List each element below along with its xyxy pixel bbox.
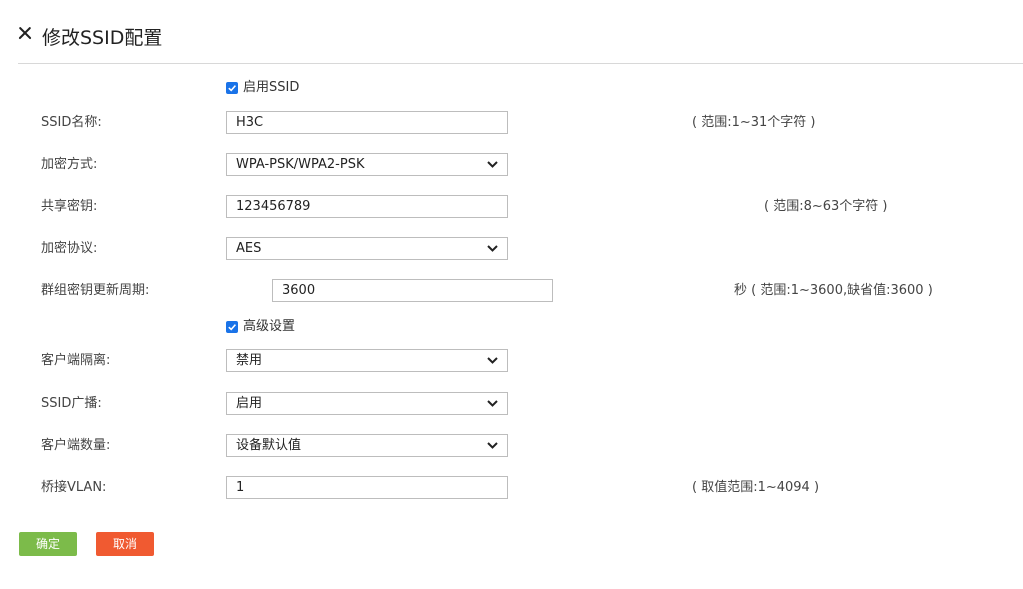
client-isolation-label: 客户端隔离: [41,353,111,368]
group-key-period-label: 群组密钥更新周期: [41,283,150,298]
encryption-mode-select[interactable]: WPA-PSK/WPA2-PSK [226,153,508,176]
group-key-period-hint: 秒 ( 范围:1~3600,缺省值:3600 ) [734,283,933,298]
encryption-protocol-label: 加密协议: [41,241,98,256]
encryption-mode-label: 加密方式: [41,157,98,172]
page-title: 修改SSID配置 [42,27,163,49]
encryption-mode-value: WPA-PSK/WPA2-PSK [236,157,365,172]
close-icon[interactable] [16,24,34,42]
ssid-broadcast-select[interactable]: 启用 [226,392,508,415]
bridge-vlan-input[interactable]: 1 [226,476,508,499]
dialog-header: 修改SSID配置 [0,0,1023,64]
ssid-broadcast-value: 启用 [236,396,263,411]
chevron-down-icon [487,245,498,252]
chevron-down-icon [487,161,498,168]
client-count-select[interactable]: 设备默认值 [226,434,508,457]
cancel-button[interactable]: 取消 [96,532,154,556]
shared-key-input[interactable]: 123456789 [226,195,508,218]
ssid-name-input[interactable]: H3C [226,111,508,134]
checkmark-icon [228,85,237,92]
group-key-period-input[interactable]: 3600 [272,279,553,302]
checkmark-icon [228,324,237,331]
chevron-down-icon [487,400,498,407]
ssid-broadcast-label: SSID广播: [41,396,102,411]
chevron-down-icon [487,442,498,449]
ssid-name-hint: ( 范围:1~31个字符 ) [692,115,816,130]
bridge-vlan-label: 桥接VLAN: [41,480,107,495]
shared-key-label: 共享密钥: [41,199,98,214]
encryption-protocol-select[interactable]: AES [226,237,508,260]
enable-ssid-checkbox[interactable] [226,82,238,94]
client-count-value: 设备默认值 [236,438,302,453]
enable-ssid-label: 启用SSID [243,80,300,95]
confirm-button[interactable]: 确定 [19,532,77,556]
ssid-name-label: SSID名称: [41,115,102,130]
advanced-settings-label: 高级设置 [243,319,296,334]
client-count-label: 客户端数量: [41,438,111,453]
encryption-protocol-value: AES [236,241,262,256]
client-isolation-value: 禁用 [236,353,263,368]
advanced-settings-checkbox[interactable] [226,321,238,333]
bridge-vlan-hint: ( 取值范围:1~4094 ) [692,480,820,495]
chevron-down-icon [487,357,498,364]
shared-key-hint: ( 范围:8~63个字符 ) [764,199,888,214]
client-isolation-select[interactable]: 禁用 [226,349,508,372]
header-divider [18,63,1023,64]
